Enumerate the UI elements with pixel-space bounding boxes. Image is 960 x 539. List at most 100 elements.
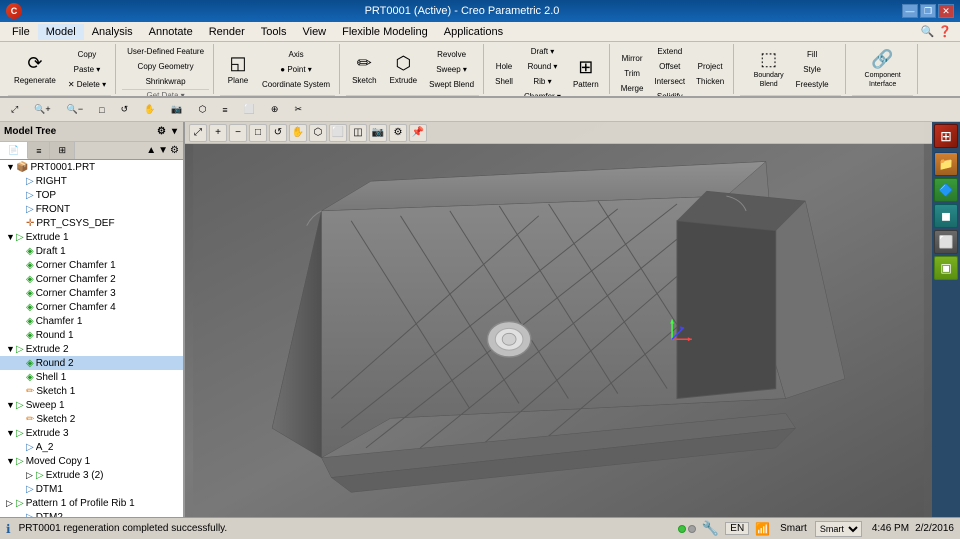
menu-model[interactable]: Model xyxy=(38,24,84,40)
tree-collapse-icon[interactable]: ▼ xyxy=(158,145,168,156)
vp-settings[interactable]: ⚙ xyxy=(389,124,407,142)
thicken-button[interactable]: Thicken xyxy=(691,74,729,88)
tree-item-csys[interactable]: ✛ PRT_CSYS_DEF xyxy=(0,216,183,230)
view-spin-center[interactable]: ⊕ xyxy=(264,101,286,119)
menu-render[interactable]: Render xyxy=(201,24,253,40)
round-button[interactable]: Round ▾ xyxy=(519,59,566,73)
tree-item-moved-copy1[interactable]: ▼ ▷ Moved Copy 1 xyxy=(0,454,183,468)
tree-tab-detail[interactable]: ⊞ xyxy=(50,142,75,159)
view-refit[interactable]: □ xyxy=(92,101,111,119)
get-data-section-label[interactable]: Get Data ▾ xyxy=(122,89,209,98)
tree-item-extrude3[interactable]: ▼ ▷ Extrude 3 xyxy=(0,426,183,440)
status-model-icon[interactable]: 🔧 xyxy=(702,520,719,537)
user-defined-button[interactable]: User-Defined Feature xyxy=(122,44,209,58)
sidebar-teal-icon[interactable]: ◼ xyxy=(934,204,958,228)
rib-button[interactable]: Rib ▾ xyxy=(519,74,566,88)
sketch-button[interactable]: ✏ Sketch xyxy=(346,44,382,94)
view-persp[interactable]: ⬜ xyxy=(237,101,262,119)
tree-settings-icon[interactable]: ⚙ xyxy=(155,126,168,137)
minimize-button[interactable]: — xyxy=(902,4,918,18)
vp-wireframe[interactable]: ⬜ xyxy=(329,124,347,142)
vp-zoom-box[interactable]: □ xyxy=(249,124,267,142)
tree-item-round2[interactable]: ◈ Round 2 xyxy=(0,356,183,370)
shrinkwrap-button[interactable]: Shrinkwrap xyxy=(122,74,209,88)
search-icon[interactable]: 🔍 xyxy=(921,25,935,38)
menu-applications[interactable]: Applications xyxy=(436,24,511,40)
tree-item-cc4[interactable]: ◈ Corner Chamfer 4 xyxy=(0,300,183,314)
menu-analysis[interactable]: Analysis xyxy=(84,24,141,40)
sweep-button[interactable]: Sweep ▾ xyxy=(424,62,479,76)
intersect-button[interactable]: Intersect xyxy=(649,74,690,88)
vp-pan[interactable]: ✋ xyxy=(289,124,307,142)
view-clip[interactable]: ✂ xyxy=(287,101,309,119)
tree-item-pattern1[interactable]: ▷ ▷ Pattern 1 of Profile Rib 1 xyxy=(0,496,183,510)
tree-item-sketch2[interactable]: ✏ Sketch 2 xyxy=(0,412,183,426)
extrude-button[interactable]: ⬡ Extrude xyxy=(384,44,424,94)
mirror-button[interactable]: Mirror xyxy=(616,52,649,66)
paste-button[interactable]: Paste ▾ xyxy=(63,62,111,76)
vp-zoom-out[interactable]: − xyxy=(229,124,247,142)
coord-system-button[interactable]: Coordinate System xyxy=(257,77,335,91)
smart-select[interactable]: Smart xyxy=(815,521,862,537)
swept-blend-button[interactable]: Swept Blend xyxy=(424,77,479,91)
vp-camera[interactable]: 📷 xyxy=(369,124,387,142)
fill-button[interactable]: Fill xyxy=(791,47,834,61)
tree-tab-layer[interactable]: ≡ xyxy=(28,142,50,159)
trim-button[interactable]: Trim xyxy=(616,67,649,81)
view-zoom-out[interactable]: 🔍− xyxy=(60,101,90,119)
plane-button[interactable]: ◱ Plane xyxy=(220,44,256,94)
regenerate-button[interactable]: ⟳ Regenerate xyxy=(8,44,62,94)
merge-button[interactable]: Merge xyxy=(616,82,649,96)
chamfer-button[interactable]: Chamfer ▾ xyxy=(519,89,566,98)
tree-item-shell1[interactable]: ◈ Shell 1 xyxy=(0,370,183,384)
status-info-icon[interactable]: ℹ xyxy=(6,522,11,536)
tree-item-cc3[interactable]: ◈ Corner Chamfer 3 xyxy=(0,286,183,300)
tree-item-draft1[interactable]: ◈ Draft 1 xyxy=(0,244,183,258)
menu-view[interactable]: View xyxy=(294,24,334,40)
tree-more-icon[interactable]: ⚙ xyxy=(170,145,179,156)
tree-expand-icon[interactable]: ▲ xyxy=(146,145,156,156)
view-named[interactable]: 📷 xyxy=(164,101,189,119)
copy-button[interactable]: Copy xyxy=(63,47,111,61)
tree-item-extrude2[interactable]: ▼ ▷ Extrude 2 xyxy=(0,342,183,356)
menu-annotate[interactable]: Annotate xyxy=(141,24,201,40)
tree-item-root[interactable]: ▼ 📦 PRT0001.PRT xyxy=(0,160,183,174)
copy-geometry-button[interactable]: Copy Geometry xyxy=(122,59,209,73)
win-app-icon[interactable]: ⊞ xyxy=(934,124,958,148)
tree-item-sweep1[interactable]: ▼ ▷ Sweep 1 xyxy=(0,398,183,412)
draft-button[interactable]: Draft ▾ xyxy=(519,44,566,58)
sidebar-yellow-green-icon[interactable]: ▣ xyxy=(934,256,958,280)
style-button[interactable]: Style xyxy=(791,62,834,76)
view-display[interactable]: ⬡ xyxy=(192,101,214,119)
menu-flexible-modeling[interactable]: Flexible Modeling xyxy=(334,24,436,40)
view-zoom-fit[interactable]: ⤢ xyxy=(4,101,25,119)
sidebar-gray-icon[interactable]: ⬜ xyxy=(934,230,958,254)
vp-shading[interactable]: ⬡ xyxy=(309,124,327,142)
menu-tools[interactable]: Tools xyxy=(253,24,295,40)
tree-item-sketch1[interactable]: ✏ Sketch 1 xyxy=(0,384,183,398)
tree-item-chamfer1[interactable]: ◈ Chamfer 1 xyxy=(0,314,183,328)
project-button[interactable]: Project xyxy=(691,59,729,73)
sidebar-file-icon[interactable]: 📁 xyxy=(934,152,958,176)
close-button[interactable]: ✕ xyxy=(938,4,954,18)
shell-button[interactable]: Shell xyxy=(490,74,518,88)
offset-button[interactable]: Offset xyxy=(649,59,690,73)
component-interface-button[interactable]: 🔗 ComponentInterface xyxy=(859,44,907,94)
tree-item-right[interactable]: ▷ RIGHT xyxy=(0,174,183,188)
hole-button[interactable]: Hole xyxy=(490,59,518,73)
tree-item-cc1[interactable]: ◈ Corner Chamfer 1 xyxy=(0,258,183,272)
tree-item-extrude3-2[interactable]: ▷ ▷ Extrude 3 (2) xyxy=(0,468,183,482)
sidebar-green-icon[interactable]: 🔷 xyxy=(934,178,958,202)
view-pan[interactable]: ✋ xyxy=(137,101,162,119)
delete-button[interactable]: ✕ Delete ▾ xyxy=(63,77,111,91)
vp-zoom-fit[interactable]: ⤢ xyxy=(189,124,207,142)
restore-button[interactable]: ❐ xyxy=(920,4,936,18)
vp-rotate[interactable]: ↺ xyxy=(269,124,287,142)
view-layers[interactable]: ≡ xyxy=(215,101,234,119)
vp-hidden[interactable]: ◫ xyxy=(349,124,367,142)
tree-item-cc2[interactable]: ◈ Corner Chamfer 2 xyxy=(0,272,183,286)
pattern-button[interactable]: ⊞ Pattern xyxy=(567,49,605,99)
tree-item-dtm1[interactable]: ▷ DTM1 xyxy=(0,482,183,496)
tree-item-a2[interactable]: ▷ A_2 xyxy=(0,440,183,454)
vp-zoom-in[interactable]: + xyxy=(209,124,227,142)
